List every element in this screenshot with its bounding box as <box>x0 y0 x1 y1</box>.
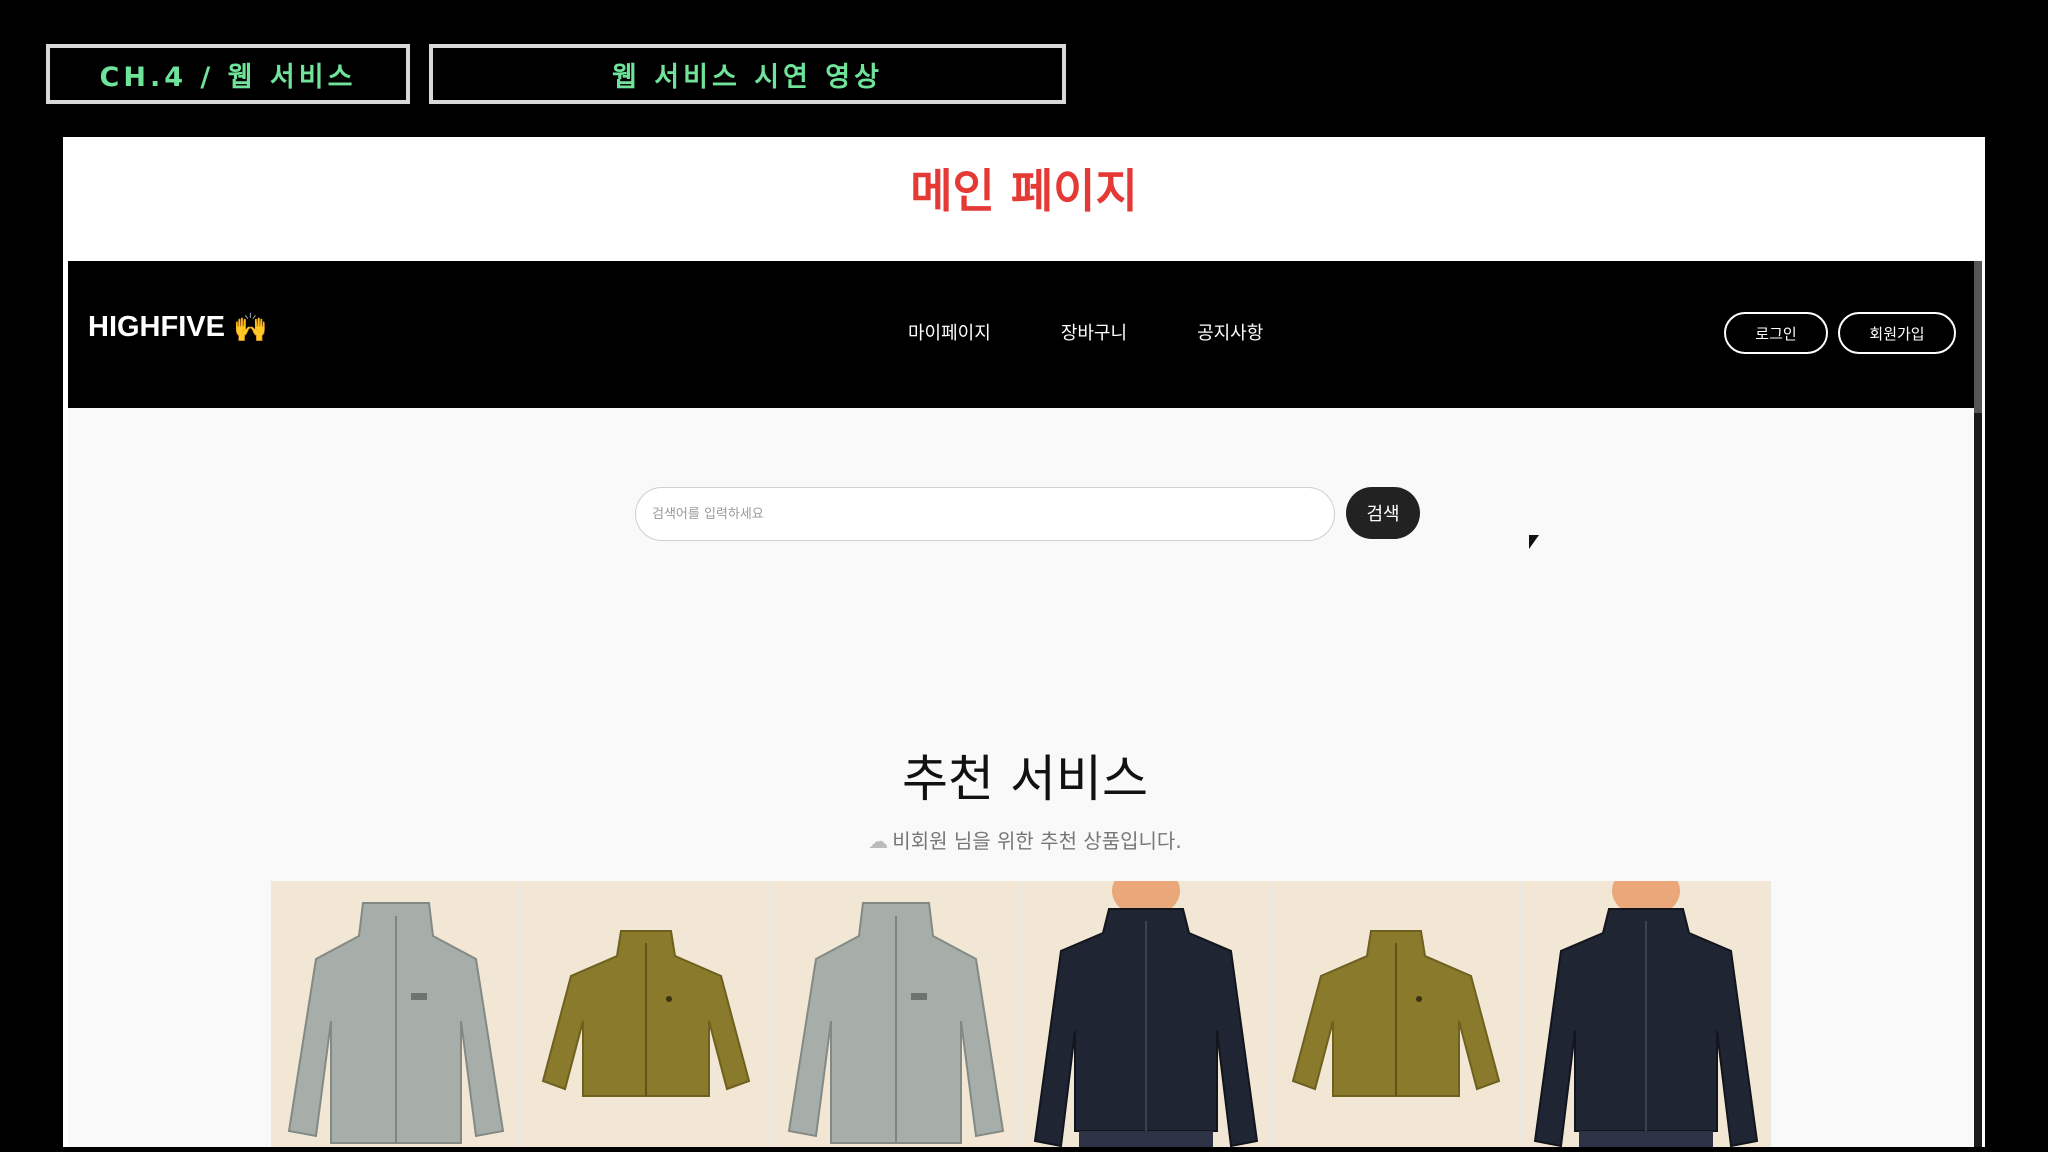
product-card[interactable] <box>1521 881 1771 1147</box>
signup-button[interactable]: 회원가입 <box>1838 312 1956 354</box>
nav-links: 마이페이지 장바구니 공지사항 <box>908 319 1263 345</box>
slide-title: 메인 페이지 <box>910 164 1138 218</box>
site-logo[interactable]: HIGHFIVE 🙌 <box>88 311 268 344</box>
search-input[interactable] <box>635 487 1335 541</box>
product-image <box>771 881 1020 1147</box>
logo-text: HIGHFIVE <box>88 311 225 343</box>
search-button[interactable]: 검색 <box>1346 487 1420 539</box>
navy-fleece-jacket-model-icon <box>1521 881 1770 1147</box>
gray-fleece-jacket-icon <box>271 881 520 1147</box>
product-image <box>271 881 520 1147</box>
olive-bomber-jacket-icon <box>521 881 770 1147</box>
navy-fleece-jacket-model-icon <box>1021 881 1270 1147</box>
website-screenshot: HIGHFIVE 🙌 마이페이지 장바구니 공지사항 로그인 회원가입 검색 추… <box>68 261 1982 1147</box>
product-list <box>271 881 1771 1147</box>
login-button[interactable]: 로그인 <box>1724 312 1828 354</box>
nav-mypage[interactable]: 마이페이지 <box>908 319 991 345</box>
product-image <box>1521 881 1770 1147</box>
product-card[interactable] <box>521 881 771 1147</box>
product-card[interactable] <box>1021 881 1271 1147</box>
product-image <box>1271 881 1520 1147</box>
scrollbar[interactable] <box>1974 261 1982 1147</box>
cloud-icon: ☁ <box>868 829 889 853</box>
chapter-tag: CH.4 / 웹 서비스 <box>46 44 410 104</box>
nav-notice[interactable]: 공지사항 <box>1197 319 1263 345</box>
product-image <box>521 881 770 1147</box>
section-tag: 웹 서비스 시연 영상 <box>429 44 1066 104</box>
recommend-subtitle: ☁ 비회원 님을 위한 추천 상품입니다. <box>68 825 1982 854</box>
gray-fleece-jacket-icon <box>771 881 1020 1147</box>
navbar: HIGHFIVE 🙌 마이페이지 장바구니 공지사항 로그인 회원가입 <box>68 261 1982 408</box>
nav-cart[interactable]: 장바구니 <box>1061 319 1127 345</box>
scrollbar-thumb[interactable] <box>1974 261 1982 413</box>
product-card[interactable] <box>771 881 1021 1147</box>
product-image <box>1021 881 1270 1147</box>
mouse-cursor-icon <box>1529 535 1539 549</box>
raised-hands-icon: 🙌 <box>232 312 268 343</box>
slide: 메인 페이지 HIGHFIVE 🙌 마이페이지 장바구니 공지사항 로그인 회원… <box>63 137 1985 1147</box>
olive-bomber-jacket-icon <box>1271 881 1520 1147</box>
recommend-subtitle-text: 비회원 님을 위한 추천 상품입니다. <box>892 829 1182 853</box>
recommend-title: 추천 서비스 <box>902 750 1148 808</box>
product-card[interactable] <box>271 881 521 1147</box>
product-card[interactable] <box>1271 881 1521 1147</box>
